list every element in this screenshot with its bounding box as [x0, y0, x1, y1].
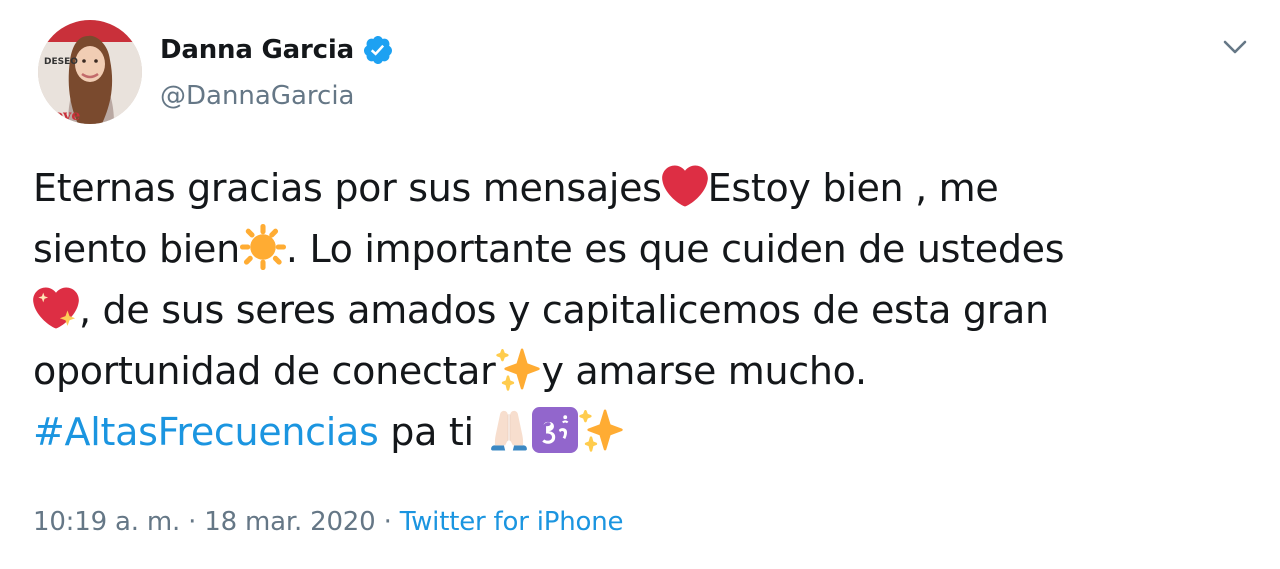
avatar-image: DESEO Love: [38, 20, 142, 124]
folded-hands-emoji-icon: [486, 407, 532, 453]
tweet-line-3: , de sus seres amados y capitalicemos de…: [33, 280, 1258, 341]
sparkles-emoji-icon: [495, 346, 541, 392]
tweet-text-segment: siento bien: [33, 227, 240, 271]
tweet-text-segment: y amarse mucho.: [541, 349, 867, 393]
avatar-cover-text-1: DESEO: [44, 57, 78, 67]
tweet-meta: 10:19 a. m. · 18 mar. 2020 · Twitter for…: [33, 504, 624, 540]
red-heart-emoji-icon: [661, 163, 708, 209]
chevron-down-icon[interactable]: [1218, 30, 1252, 64]
tweet: DESEO Love Danna Garcia @DannaGarcia Ete…: [0, 0, 1280, 569]
author-name-row: Danna Garcia: [160, 33, 394, 67]
author-handle[interactable]: @DannaGarcia: [160, 79, 355, 113]
tweet-text-segment: pa ti: [390, 410, 474, 454]
sparkles-emoji-icon: [578, 407, 624, 453]
tweet-time[interactable]: 10:19 a. m.: [33, 507, 180, 537]
tweet-line-4: oportunidad de conectar y amarse mucho.: [33, 341, 1258, 402]
tweet-text-segment: Eternas gracias por sus mensajes: [33, 166, 662, 210]
author-display-name[interactable]: Danna Garcia: [160, 33, 354, 67]
verified-badge-icon: [362, 34, 394, 66]
tweet-line-2: siento bien . Lo importante es que cuiden…: [33, 219, 1258, 280]
tweet-text-segment: . Lo importante es que cuiden de ustedes: [285, 227, 1065, 271]
tweet-source-link[interactable]: Twitter for iPhone: [400, 507, 624, 537]
tweet-line-1: Eternas gracias por sus mensajes Estoy bi…: [33, 158, 1258, 219]
tweet-text-segment: , de sus seres amados y capitalicemos de…: [79, 288, 1049, 332]
avatar[interactable]: DESEO Love: [38, 20, 142, 124]
meta-separator: ·: [188, 507, 197, 537]
meta-separator: ·: [383, 507, 392, 537]
hashtag-link[interactable]: #AltasFrecuencias: [33, 410, 379, 454]
tweet-text-segment: oportunidad de conectar: [33, 349, 496, 393]
sparkling-heart-emoji-icon: [33, 285, 79, 331]
sun-emoji-icon: [239, 224, 286, 270]
tweet-line-5: #AltasFrecuencias pa ti: [33, 402, 1258, 463]
avatar-cover-text-2: Love: [44, 108, 80, 124]
om-emoji-icon: [531, 407, 578, 453]
tweet-date[interactable]: 18 mar. 2020: [204, 507, 375, 537]
tweet-text-segment: Estoy bien , me: [707, 166, 999, 210]
tweet-text: Eternas gracias por sus mensajes Estoy bi…: [33, 158, 1258, 463]
